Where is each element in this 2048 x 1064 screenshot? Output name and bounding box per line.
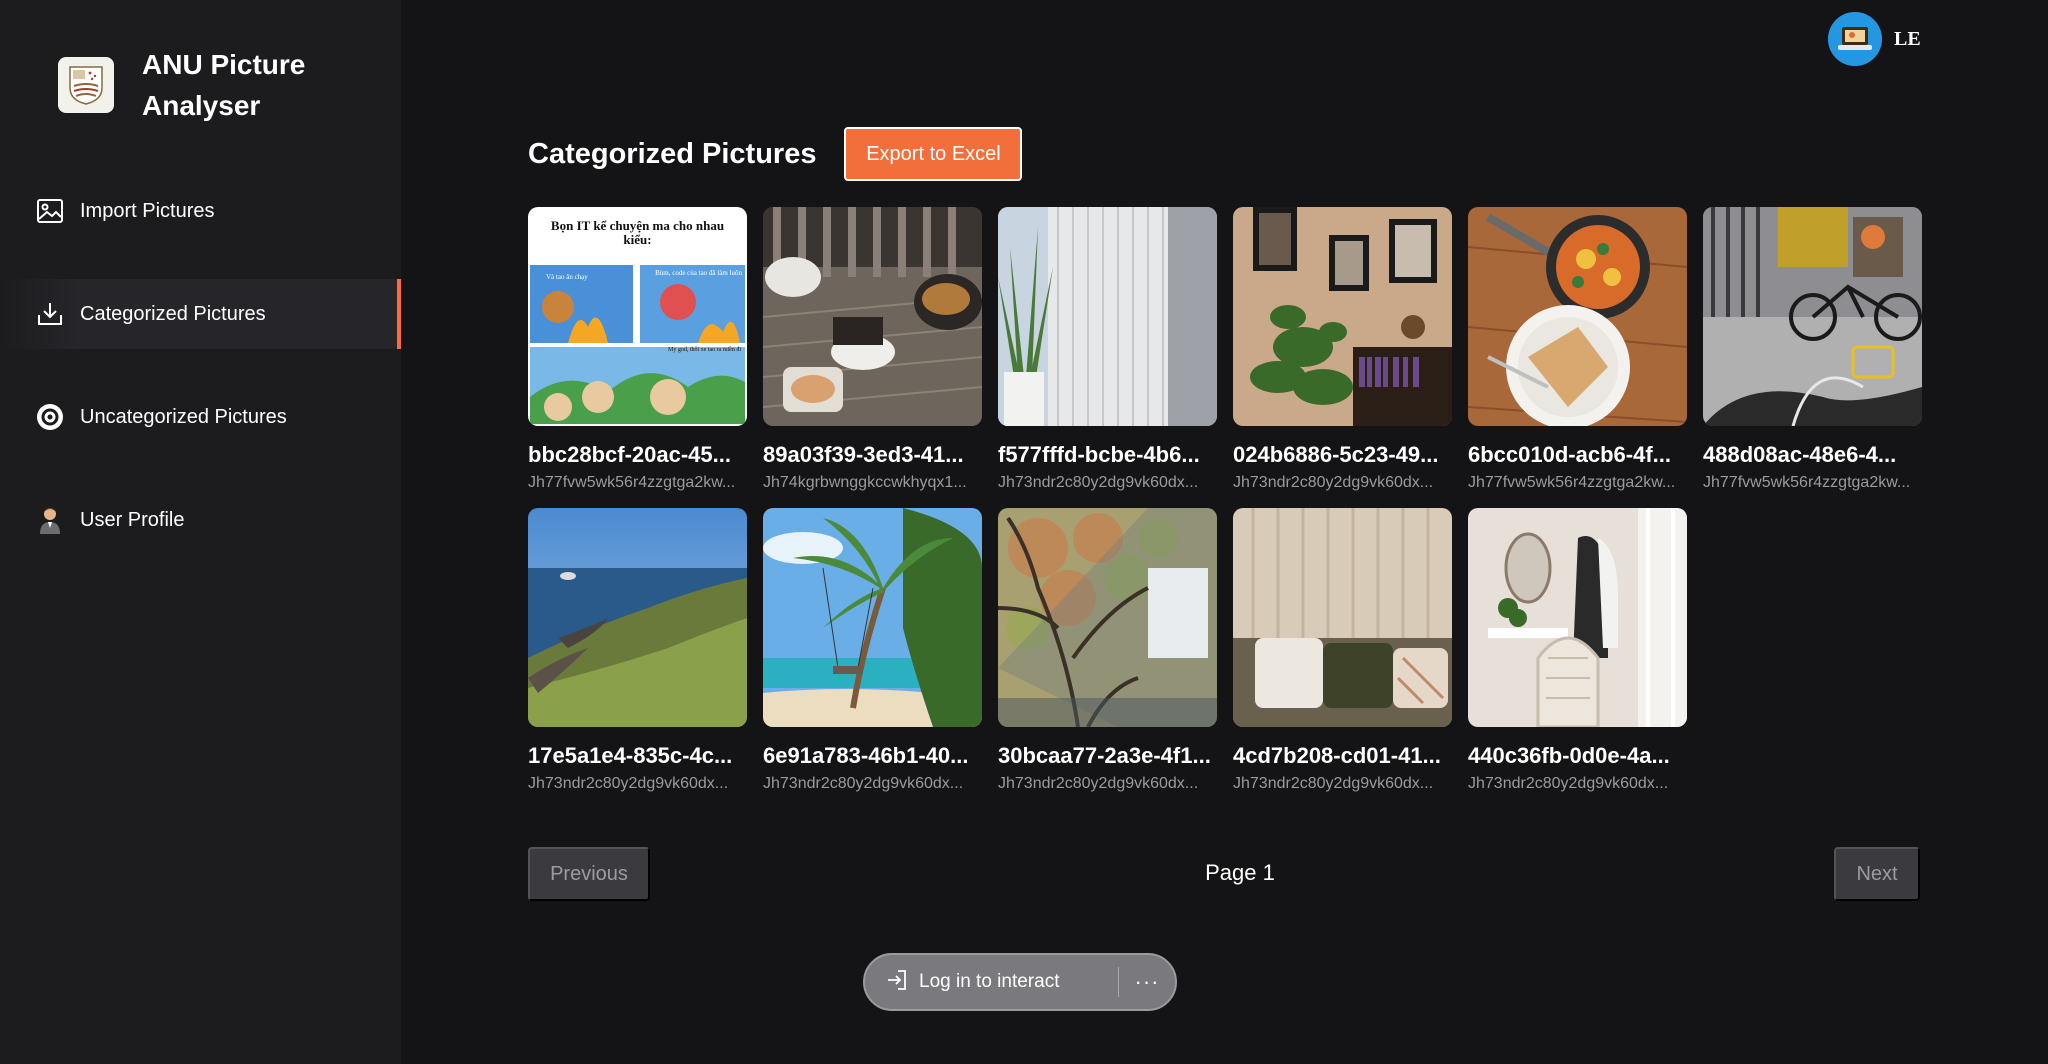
comic-caption-bottom: My god, thôi xe tao ra miền đi <box>668 347 741 353</box>
picture-id: Jh74kgrbwnggkccwkhyqx1... <box>763 474 967 491</box>
user-menu[interactable]: LE <box>1828 12 1921 66</box>
sidebar-item-categorized-pictures[interactable]: Categorized Pictures <box>0 279 401 349</box>
login-label: Log in to interact <box>919 971 1060 992</box>
sidebar-item-label: User Profile <box>80 508 185 531</box>
download-icon <box>36 300 64 328</box>
log-in-button[interactable]: Log in to interact <box>865 955 1118 1009</box>
picture-thumbnail[interactable] <box>1468 508 1687 727</box>
brand: ANU Picture Analyser <box>58 44 332 126</box>
picture-card[interactable]: 17e5a1e4-835c-4c... Jh73ndr2c80y2dg9vk60… <box>528 508 747 793</box>
picture-thumbnail[interactable] <box>763 207 982 426</box>
picture-id: Jh73ndr2c80y2dg9vk60dx... <box>763 775 964 792</box>
picture-thumbnail[interactable] <box>528 508 747 727</box>
comic-caption-left: Và tao ăn chạy <box>546 273 588 281</box>
picture-card[interactable]: f577fffd-bcbe-4b6... Jh73ndr2c80y2dg9vk6… <box>998 207 1217 492</box>
picture-id: Jh73ndr2c80y2dg9vk60dx... <box>1233 474 1434 491</box>
picture-grid: Bọn IT kể chuyện ma cho nhau kiểu: Và ta… <box>528 207 1922 793</box>
sidebar-item-user-profile[interactable]: User Profile <box>0 485 401 555</box>
picture-name: 6e91a783-46b1-40... <box>763 743 969 768</box>
picture-name: 17e5a1e4-835c-4c... <box>528 743 733 768</box>
picture-id: Jh73ndr2c80y2dg9vk60dx... <box>998 775 1199 792</box>
picture-id: Jh73ndr2c80y2dg9vk60dx... <box>1468 775 1669 792</box>
circle-record-icon <box>36 403 64 431</box>
picture-id: Jh73ndr2c80y2dg9vk60dx... <box>998 474 1199 491</box>
sidebar-item-label: Import Pictures <box>80 199 215 222</box>
more-options-button[interactable]: ··· <box>1119 955 1175 1009</box>
picture-card[interactable]: 4cd7b208-cd01-41... Jh73ndr2c80y2dg9vk60… <box>1233 508 1452 793</box>
picture-id: Jh73ndr2c80y2dg9vk60dx... <box>1233 775 1434 792</box>
picture-thumbnail[interactable] <box>763 508 982 727</box>
sidebar-item-label: Uncategorized Pictures <box>80 405 287 428</box>
login-overlay: Log in to interact ··· <box>863 953 1177 1011</box>
login-arrow-icon <box>885 968 909 997</box>
page-header: Categorized Pictures Export to Excel <box>528 127 1023 181</box>
picture-name: 6bcc010d-acb6-4f... <box>1468 442 1671 467</box>
picture-name: bbc28bcf-20ac-45... <box>528 442 731 467</box>
picture-thumbnail[interactable] <box>1703 207 1922 426</box>
picture-name: 440c36fb-0d0e-4a... <box>1468 743 1670 768</box>
picture-name: 89a03f39-3ed3-41... <box>763 442 964 467</box>
picture-name: 30bcaa77-2a3e-4f1... <box>998 743 1211 768</box>
picture-thumbnail[interactable] <box>998 207 1217 426</box>
picture-name: f577fffd-bcbe-4b6... <box>998 442 1200 467</box>
next-button[interactable]: Next <box>1834 847 1920 901</box>
user-icon <box>36 506 64 534</box>
comic-title: Bọn IT kể chuyện ma cho nhau kiểu: <box>550 218 725 247</box>
sidebar-item-uncategorized-pictures[interactable]: Uncategorized Pictures <box>0 382 401 452</box>
page-indicator: Page 1 <box>1205 860 1275 885</box>
picture-card[interactable]: 440c36fb-0d0e-4a... Jh73ndr2c80y2dg9vk60… <box>1468 508 1687 793</box>
picture-card[interactable]: 6e91a783-46b1-40... Jh73ndr2c80y2dg9vk60… <box>763 508 982 793</box>
picture-thumbnail[interactable] <box>1233 508 1452 727</box>
avatar <box>1828 12 1882 66</box>
picture-id: Jh77fvw5wk56r4zzgtga2kw... <box>1468 474 1676 491</box>
picture-id: Jh73ndr2c80y2dg9vk60dx... <box>528 775 729 792</box>
picture-card[interactable]: 6bcc010d-acb6-4f... Jh77fvw5wk56r4zzgtga… <box>1468 207 1687 492</box>
picture-thumbnail[interactable] <box>1468 207 1687 426</box>
picture-thumbnail[interactable]: Bọn IT kể chuyện ma cho nhau kiểu: Và ta… <box>528 207 747 426</box>
anu-logo-icon <box>58 57 114 113</box>
sidebar-item-label: Categorized Pictures <box>80 302 266 325</box>
picture-card[interactable]: 30bcaa77-2a3e-4f1... Jh73ndr2c80y2dg9vk6… <box>998 508 1217 793</box>
app-title: ANU Picture Analyser <box>142 49 306 121</box>
sidebar-item-import-pictures[interactable]: Import Pictures <box>0 176 401 246</box>
picture-card[interactable]: Bọn IT kể chuyện ma cho nhau kiểu: Và ta… <box>528 207 747 492</box>
sidebar: ANU Picture Analyser Import Pictures Cat… <box>0 0 401 1064</box>
user-initials: LE <box>1894 27 1921 50</box>
picture-name: 488d08ac-48e6-4... <box>1703 442 1897 467</box>
picture-thumbnail[interactable] <box>998 508 1217 727</box>
picture-thumbnail[interactable] <box>1233 207 1452 426</box>
image-icon <box>36 197 64 225</box>
picture-card[interactable]: 488d08ac-48e6-4... Jh77fvw5wk56r4zzgtga2… <box>1703 207 1922 492</box>
picture-card[interactable]: 024b6886-5c23-49... Jh73ndr2c80y2dg9vk60… <box>1233 207 1452 492</box>
comic-caption-right: Bùm, code của tao đã làm luôn <box>655 269 742 277</box>
picture-id: Jh77fvw5wk56r4zzgtga2kw... <box>528 474 736 491</box>
previous-button[interactable]: Previous <box>528 847 650 901</box>
picture-id: Jh77fvw5wk56r4zzgtga2kw... <box>1703 474 1911 491</box>
page-title: Categorized Pictures <box>528 137 817 170</box>
picture-name: 024b6886-5c23-49... <box>1233 442 1439 467</box>
export-to-excel-button[interactable]: Export to Excel <box>844 127 1023 181</box>
picture-name: 4cd7b208-cd01-41... <box>1233 743 1441 768</box>
picture-card[interactable]: 89a03f39-3ed3-41... Jh74kgrbwnggkccwkhyq… <box>763 207 982 492</box>
